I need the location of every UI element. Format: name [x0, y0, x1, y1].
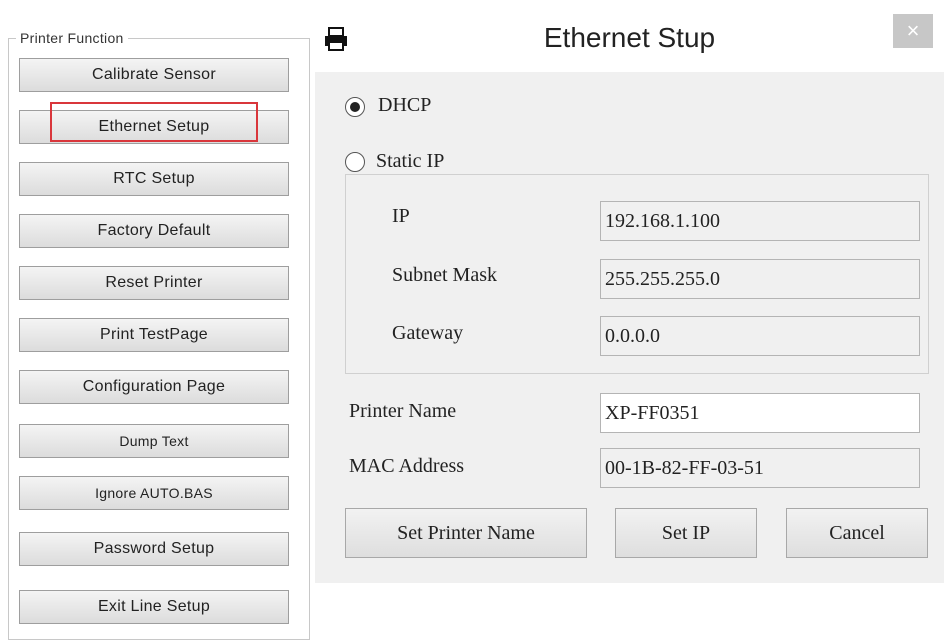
printer-name-label: Printer Name [349, 400, 457, 422]
subnet-mask-label: Subnet Mask [392, 264, 497, 286]
ignore-auto-bas-button[interactable]: Ignore AUTO.BAS [19, 476, 289, 510]
printer-function-title: Printer Function [16, 30, 128, 46]
static-ip-label: Static IP [376, 150, 445, 172]
gateway-label: Gateway [392, 322, 464, 344]
rtc-setup-button[interactable]: RTC Setup [19, 162, 289, 196]
password-setup-button[interactable]: Password Setup [19, 532, 289, 566]
exit-line-setup-button[interactable]: Exit Line Setup [19, 590, 289, 624]
dhcp-label: DHCP [378, 94, 432, 116]
dhcp-radio-dot [350, 102, 360, 112]
dump-text-button[interactable]: Dump Text [19, 424, 289, 458]
static-ip-header: Static IP [376, 150, 455, 173]
reset-printer-button[interactable]: Reset Printer [19, 266, 289, 300]
printer-name-field[interactable]: XP-FF0351 [600, 393, 920, 433]
ip-label: IP [392, 205, 410, 227]
ethernet-setup-button[interactable]: Ethernet Setup [19, 110, 289, 144]
set-printer-name-button[interactable]: Set Printer Name [345, 508, 587, 558]
static-ip-radio[interactable] [345, 152, 365, 172]
configuration-page-button[interactable]: Configuration Page [19, 370, 289, 404]
set-ip-button[interactable]: Set IP [615, 508, 757, 558]
print-testpage-button[interactable]: Print TestPage [19, 318, 289, 352]
mac-address-label: MAC Address [349, 455, 465, 477]
cancel-button[interactable]: Cancel [786, 508, 928, 558]
mac-address-field: 00-1B-82-FF-03-51 [600, 448, 920, 488]
dhcp-radio[interactable] [345, 97, 365, 117]
calibrate-sensor-button[interactable]: Calibrate Sensor [19, 58, 289, 92]
dialog-title: Ethernet Stup [543, 22, 716, 53]
dialog-titlebar: Ethernet Stup × [315, 0, 944, 72]
close-button[interactable]: × [893, 14, 933, 48]
subnet-mask-field[interactable]: 255.255.255.0 [600, 259, 920, 299]
ip-field[interactable]: 192.168.1.100 [600, 201, 920, 241]
gateway-field[interactable]: 0.0.0.0 [600, 316, 920, 356]
factory-default-button[interactable]: Factory Default [19, 214, 289, 248]
